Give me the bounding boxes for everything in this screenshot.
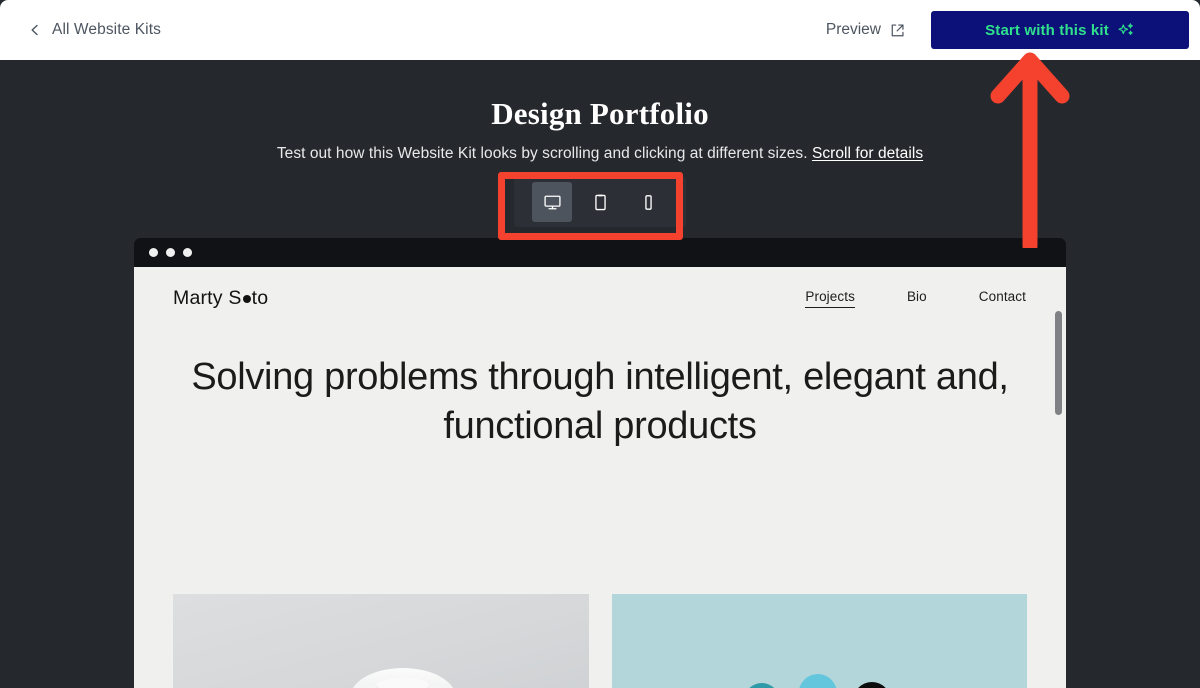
tablet-icon — [591, 193, 610, 212]
topbar-actions: Preview Start with this kit — [826, 11, 1200, 49]
back-to-all-kits-link[interactable]: All Website Kits — [29, 21, 161, 39]
site-logo[interactable]: Marty S to — [173, 287, 268, 310]
window-dot-maximize — [183, 248, 192, 257]
site-logo-text-after: to — [251, 286, 269, 309]
device-button-tablet[interactable] — [580, 182, 620, 222]
back-link-label: All Website Kits — [52, 21, 161, 38]
site-preview-frame: Marty S to Projects Bio Contact Solving … — [134, 238, 1066, 688]
project-thumbnail-ceramics[interactable] — [173, 594, 589, 688]
logo-dot-icon — [242, 294, 251, 303]
external-link-icon — [890, 23, 905, 38]
start-with-this-kit-button[interactable]: Start with this kit — [931, 11, 1189, 49]
device-toggle-wrap — [0, 177, 1200, 227]
site-nav-item-projects[interactable]: Projects — [805, 289, 855, 308]
site-header: Marty S to Projects Bio Contact — [134, 267, 1066, 329]
preview-button-label: Preview — [825, 21, 881, 38]
app-root: All Website Kits Preview Start with this… — [0, 0, 1200, 688]
site-logo-text-before: Marty S — [173, 286, 242, 309]
desktop-icon — [543, 193, 562, 212]
browser-chrome-bar — [134, 238, 1066, 267]
device-button-mobile[interactable] — [628, 182, 668, 222]
site-nav: Projects Bio Contact — [805, 289, 1026, 308]
kit-subtitle: Test out how this Website Kit looks by s… — [0, 145, 1200, 163]
kit-subtitle-text: Test out how this Website Kit looks by s… — [276, 145, 808, 162]
scroll-for-details-link[interactable]: Scroll for details — [812, 145, 923, 162]
chevron-left-icon — [29, 24, 41, 36]
start-button-label: Start with this kit — [985, 21, 1109, 39]
project-thumbnail-pins[interactable] — [611, 594, 1027, 688]
site-nav-item-bio[interactable]: Bio — [907, 289, 927, 307]
kit-title: Design Portfolio — [491, 96, 709, 131]
preview-scrollbar-track[interactable] — [1055, 297, 1062, 688]
window-dot-minimize — [166, 248, 175, 257]
app-topbar: All Website Kits Preview Start with this… — [0, 0, 1200, 60]
site-nav-item-contact[interactable]: Contact — [979, 289, 1026, 307]
mobile-icon — [639, 193, 658, 212]
site-hero-headline: Solving problems through intelligent, el… — [191, 356, 1009, 448]
site-project-thumbnails — [134, 594, 1066, 688]
window-dot-close — [149, 248, 158, 257]
preview-button[interactable]: Preview — [826, 21, 905, 39]
device-size-toggle — [514, 177, 686, 227]
site-preview-viewport[interactable]: Marty S to Projects Bio Contact Solving … — [134, 267, 1066, 688]
device-button-desktop[interactable] — [532, 182, 572, 222]
sparkles-icon — [1118, 22, 1135, 39]
preview-scrollbar-thumb[interactable] — [1055, 311, 1062, 415]
